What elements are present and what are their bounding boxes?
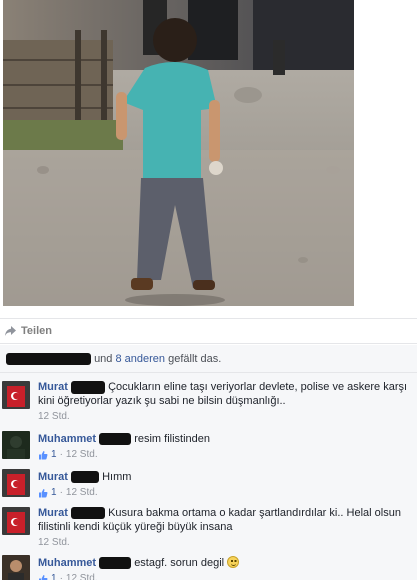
comment-text: resim filistinden (134, 433, 210, 445)
comment-like-count[interactable]: 1 (51, 486, 57, 500)
meta-separator: · (59, 487, 63, 498)
comment-like-count[interactable]: 1 (51, 572, 57, 580)
smiley-emoji-icon (227, 556, 240, 568)
comment-body: Murat Kusura bakma ortama o kadar şartla… (38, 506, 413, 550)
comment-meta: 1 · 12 Std. (38, 486, 413, 500)
comment-author[interactable]: Murat (38, 381, 68, 393)
thumbs-up-icon (39, 489, 48, 498)
share-label: Teilen (21, 325, 52, 337)
comment-timestamp[interactable]: 12 Std. (66, 448, 98, 462)
avatar[interactable] (2, 381, 30, 409)
comment-meta: 1 · 12 Std. (38, 572, 413, 580)
comment-text: Hımm (102, 471, 132, 483)
comment-text: estagf. sorun degil (134, 557, 225, 569)
thumbs-up-icon (39, 575, 48, 580)
meta-separator: · (59, 573, 63, 580)
comment-body: Muhammet resim filistinden 1 · 12 Std. (38, 432, 413, 462)
comment-meta: 12 Std. (38, 536, 413, 550)
comment-body: Muhammet estagf. sorun degil 1 · 12 Std. (38, 556, 413, 580)
redacted-surname (99, 557, 132, 570)
avatar[interactable] (2, 555, 30, 580)
comment-body: Murat Hımm 1 · 12 Std. (38, 470, 413, 500)
comment-timestamp[interactable]: 12 Std. (66, 572, 98, 580)
avatar[interactable] (2, 469, 30, 497)
comment-author[interactable]: Muhammet (38, 557, 96, 569)
thumbs-up-icon (39, 451, 48, 460)
comment-timestamp[interactable]: 12 Std. (38, 536, 70, 550)
comment-author[interactable]: Murat (38, 507, 68, 519)
redacted-surname (71, 380, 106, 394)
comments-list: Murat Çocukların eline taşı veriyorlar d… (0, 373, 417, 580)
comment-timestamp[interactable]: 12 Std. (38, 410, 70, 424)
likes-connector: und (94, 353, 113, 365)
comment-meta: 1 · 12 Std. (38, 448, 413, 462)
likes-others-link[interactable]: 8 anderen (115, 353, 165, 365)
comment-author[interactable]: Murat (38, 471, 68, 483)
post-action-bar: Teilen (0, 318, 417, 344)
redacted-surname (99, 433, 132, 446)
meta-separator: · (59, 449, 63, 460)
comment-like-count[interactable]: 1 (51, 448, 57, 462)
share-arrow-icon (5, 326, 16, 336)
comment-timestamp[interactable]: 12 Std. (66, 486, 98, 500)
avatar[interactable] (2, 431, 30, 459)
post-photo[interactable] (3, 0, 354, 306)
share-button[interactable]: Teilen (4, 325, 52, 337)
turkish-flag-avatar-icon (2, 381, 30, 409)
likes-summary-text: und 8 anderen gefällt das. (6, 353, 222, 366)
avatar[interactable] (2, 507, 30, 535)
redacted-surname (71, 471, 100, 484)
turkish-flag-avatar-icon (2, 469, 30, 497)
user-photo-avatar-icon (2, 555, 30, 580)
user-photo-avatar-icon (2, 431, 30, 459)
redacted-surname (71, 507, 106, 520)
comment-body: Murat Çocukların eline taşı veriyorlar d… (38, 380, 413, 424)
comment-meta: 12 Std. (38, 410, 413, 424)
likes-summary: und 8 anderen gefällt das. (0, 345, 417, 373)
likes-suffix: gefällt das. (168, 353, 222, 365)
turkish-flag-avatar-icon (2, 507, 30, 535)
redacted-name (6, 353, 91, 366)
photo-child-walking-on-road (3, 0, 354, 306)
comment-author[interactable]: Muhammet (38, 433, 96, 445)
